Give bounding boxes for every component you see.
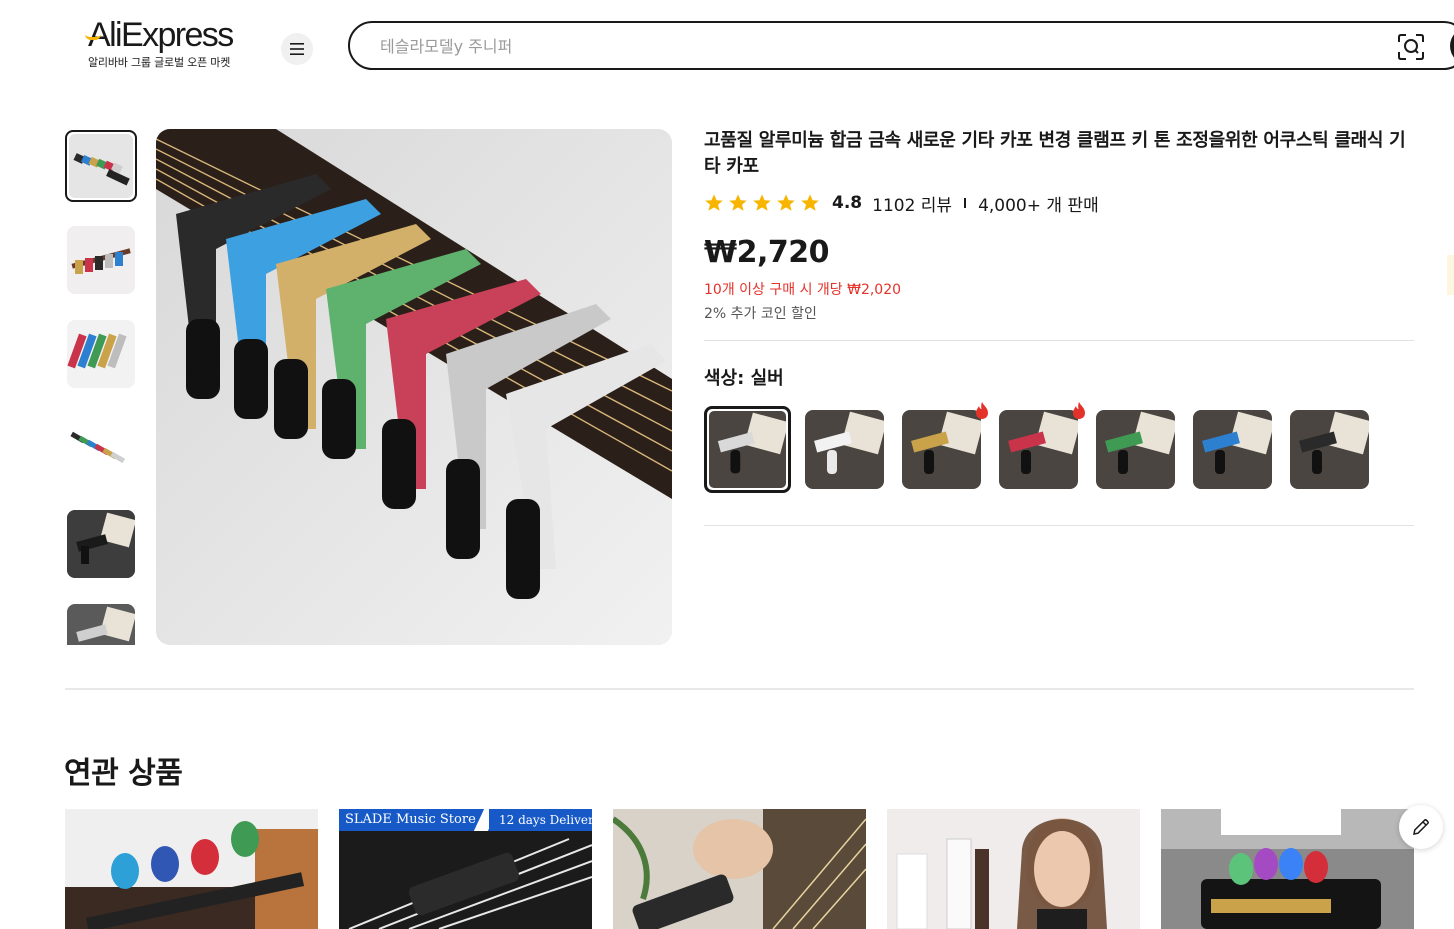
star-icon [705, 194, 723, 211]
color-swatch-black[interactable] [1290, 410, 1369, 489]
color-swatch-red[interactable] [999, 410, 1078, 489]
store-banner: SLADE Music Store 12 days Delivery [339, 809, 592, 831]
hot-flame-icon [1073, 402, 1085, 419]
star-icon [801, 194, 819, 211]
color-swatch-blue[interactable] [1193, 410, 1272, 489]
coin-discount-note: 2% 추가 코인 할인 [704, 306, 817, 322]
thumbnail-6[interactable] [67, 604, 135, 645]
store-name: SLADE Music Store [339, 809, 489, 831]
product-title: 고품질 알루미늄 합금 금속 새로운 기타 카포 변경 클램프 키 톤 조정을위… [704, 130, 1406, 177]
related-product-card[interactable] [1161, 809, 1414, 929]
related-product-card[interactable] [65, 809, 318, 929]
aliexpress-logo[interactable]: AliExpress 알리바바 그룹 글로벌 오픈 마켓 [85, 16, 258, 70]
color-swatch-white[interactable] [805, 410, 884, 489]
sold-count: 4,000+ 개 판매 [978, 195, 1099, 216]
divider [704, 340, 1414, 341]
star-icon [729, 194, 747, 211]
thumbnail-2[interactable] [67, 226, 135, 294]
search-input[interactable] [380, 33, 1280, 59]
side-panel-edge [1447, 255, 1454, 295]
related-products-title: 연관 상품 [64, 756, 183, 791]
section-divider [65, 688, 1414, 690]
logo-subtitle: 알리바바 그룹 글로벌 오픈 마켓 [88, 56, 231, 69]
pencil-icon [1413, 819, 1429, 835]
color-swatch-gold[interactable] [902, 410, 981, 489]
thumbnail-3[interactable] [67, 320, 135, 388]
divider [704, 525, 1414, 526]
edit-floating-button[interactable] [1399, 805, 1443, 849]
hamburger-menu-button[interactable] [281, 33, 313, 65]
related-product-card[interactable] [887, 809, 1140, 929]
color-selection-label: 색상: 실버 [704, 368, 784, 389]
thumbnail-5[interactable] [67, 510, 135, 578]
related-product-card[interactable]: SLADE Music Store 12 days Delivery [339, 809, 592, 929]
rating-row[interactable]: 4.8 1102 리뷰 4,000+ 개 판매 [704, 190, 1099, 216]
star-rating [704, 193, 820, 213]
hamburger-icon [290, 43, 304, 55]
thumbnail-1[interactable] [65, 130, 137, 202]
rating-value: 4.8 [832, 193, 863, 213]
divider [964, 198, 967, 208]
search-button[interactable] [1450, 27, 1454, 65]
search-bar [348, 21, 1454, 70]
thumbnail-4[interactable] [67, 415, 135, 483]
related-product-card[interactable] [613, 809, 866, 929]
star-icon [777, 194, 795, 211]
review-count-link[interactable]: 1102 리뷰 [872, 191, 952, 216]
product-price: ₩2,720 [704, 235, 829, 270]
star-icon [753, 194, 771, 211]
thumbnail-strip [65, 130, 137, 645]
logo-wordmark: AliExpress [85, 16, 258, 54]
delivery-badge: 12 days Delivery [489, 809, 592, 831]
main-product-image[interactable] [156, 129, 672, 645]
bulk-price-note: 10개 이상 구매 시 개당 ₩2,020 [704, 282, 902, 298]
color-swatch-green[interactable] [1096, 410, 1175, 489]
camera-scan-icon[interactable] [1396, 32, 1426, 62]
color-swatch-silver[interactable] [704, 406, 791, 493]
hot-flame-icon [976, 402, 988, 419]
